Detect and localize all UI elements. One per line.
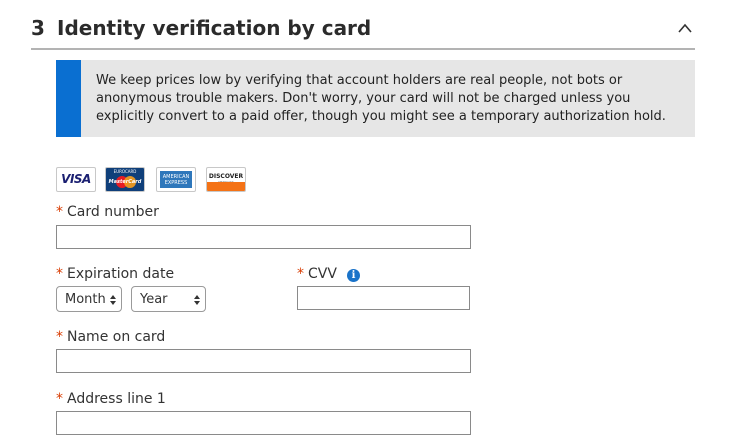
section-title: Identity verification by card <box>57 16 372 40</box>
chevron-up-icon[interactable] <box>677 22 693 34</box>
section-header: 3 Identity verification by card <box>31 14 695 50</box>
month-select-value: Month <box>65 292 106 307</box>
name-on-card-input[interactable] <box>56 349 471 373</box>
address-line-1-label: * Address line 1 <box>56 391 166 407</box>
discover-logo: DISCOVER NETWORK <box>206 167 246 192</box>
info-stripe <box>56 60 81 137</box>
amex-logo-inner: AMERICAN EXPRESS <box>160 171 192 188</box>
discover-logo-bar <box>207 182 245 191</box>
discover-logo-text: DISCOVER <box>208 173 244 180</box>
visa-logo: VISA <box>56 167 96 192</box>
year-select[interactable]: Year <box>131 286 206 312</box>
card-number-input[interactable] <box>56 225 471 249</box>
address-line-1-input[interactable] <box>56 411 471 435</box>
required-marker: * <box>56 391 63 407</box>
required-marker: * <box>56 204 63 220</box>
expiration-date-label-text: Expiration date <box>67 266 175 282</box>
card-number-label-text: Card number <box>67 204 159 220</box>
expiration-date-label: * Expiration date <box>56 266 174 282</box>
mastercard-logo-top: EUROCARD <box>113 169 137 174</box>
mastercard-logo-text: MasterCard <box>108 179 142 185</box>
info-notice: We keep prices low by verifying that acc… <box>56 60 695 137</box>
cvv-label: * CVV <box>297 266 337 282</box>
select-arrows-icon <box>110 295 116 305</box>
info-icon-glyph: i <box>351 270 356 281</box>
visa-logo-text: VISA <box>61 172 91 186</box>
cvv-label-text: CVV <box>308 266 337 282</box>
year-select-value: Year <box>140 292 168 307</box>
required-marker: * <box>297 266 304 282</box>
mastercard-logo: EUROCARD MasterCard <box>105 167 145 192</box>
select-arrows-icon <box>194 295 200 305</box>
cvv-input[interactable] <box>297 286 470 310</box>
name-on-card-label-text: Name on card <box>67 329 166 345</box>
address-line-1-label-text: Address line 1 <box>67 391 166 407</box>
info-icon[interactable]: i <box>347 269 360 282</box>
info-text: We keep prices low by verifying that acc… <box>96 73 666 124</box>
amex-logo-text: AMERICAN EXPRESS <box>160 174 192 186</box>
required-marker: * <box>56 266 63 282</box>
name-on-card-label: * Name on card <box>56 329 165 345</box>
required-marker: * <box>56 329 63 345</box>
amex-logo-line2: EXPRESS <box>164 180 188 186</box>
card-number-label: * Card number <box>56 204 159 220</box>
month-select[interactable]: Month <box>56 286 122 312</box>
step-number: 3 <box>31 16 45 40</box>
amex-logo: AMERICAN EXPRESS <box>156 167 196 192</box>
